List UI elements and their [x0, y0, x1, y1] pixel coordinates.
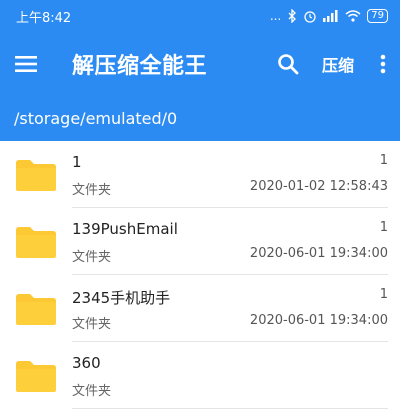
more-options-button[interactable]	[370, 44, 396, 84]
app-title: 解压缩全能王	[72, 54, 208, 79]
more-vert-icon	[380, 54, 386, 74]
file-modified-date: 2020-06-01 19:34:00	[249, 246, 388, 261]
file-list-item[interactable]: 139PushEmail 文件夹 1 2020-06-01 19:34:00	[0, 208, 400, 275]
folder-icon	[16, 226, 56, 258]
file-type: 文件夹	[72, 317, 112, 332]
file-info: 2345手机助手 文件夹 1 2020-06-01 19:34:00	[72, 275, 388, 342]
signal-icon	[323, 10, 338, 22]
folder-icon	[16, 159, 56, 191]
search-icon	[278, 54, 299, 75]
app-toolbar: 解压缩全能王 压缩	[0, 32, 400, 96]
file-list: 1 文件夹 1 2020-01-02 12:58:43 139PushEmail…	[0, 141, 400, 409]
alarm-icon	[304, 11, 316, 23]
notification-dots: ...	[269, 9, 282, 23]
file-type: 文件夹	[72, 384, 112, 399]
battery-indicator: 79	[367, 9, 388, 23]
path-breadcrumb[interactable]: /storage/emulated/0	[0, 96, 400, 141]
bluetooth-icon	[288, 9, 297, 23]
file-name: 2345手机助手	[72, 289, 171, 307]
file-list-item[interactable]: 1 文件夹 1 2020-01-02 12:58:43	[0, 141, 400, 208]
status-icons: ... 79	[270, 9, 388, 23]
file-info: 139PushEmail 文件夹 1 2020-06-01 19:34:00	[72, 208, 388, 275]
file-item-count: 1	[379, 220, 388, 235]
file-modified-date: 2020-06-01 19:34:00	[249, 313, 388, 328]
wifi-icon	[345, 10, 361, 22]
file-type: 文件夹	[72, 250, 112, 265]
status-time: 上午8:42	[16, 10, 72, 26]
file-name: 360	[72, 354, 101, 372]
menu-icon[interactable]	[14, 52, 38, 76]
file-modified-date: 2020-01-02 12:58:43	[249, 179, 388, 194]
folder-icon	[16, 293, 56, 325]
file-info: 360 文件夹	[72, 342, 388, 409]
file-item-count: 1	[379, 153, 388, 168]
search-button[interactable]	[268, 44, 308, 84]
file-info: 1 文件夹 1 2020-01-02 12:58:43	[72, 141, 388, 208]
file-list-item[interactable]: 2345手机助手 文件夹 1 2020-06-01 19:34:00	[0, 275, 400, 342]
file-type: 文件夹	[72, 183, 112, 198]
current-path: /storage/emulated/0	[14, 109, 178, 128]
compress-button[interactable]: 压缩	[316, 44, 360, 84]
status-bar: 上午8:42 ... 79	[0, 0, 400, 32]
file-list-item[interactable]: 360 文件夹	[0, 342, 400, 409]
file-name: 139PushEmail	[72, 220, 178, 238]
file-item-count: 1	[379, 287, 388, 302]
file-name: 1	[72, 153, 82, 171]
folder-icon	[16, 360, 56, 392]
